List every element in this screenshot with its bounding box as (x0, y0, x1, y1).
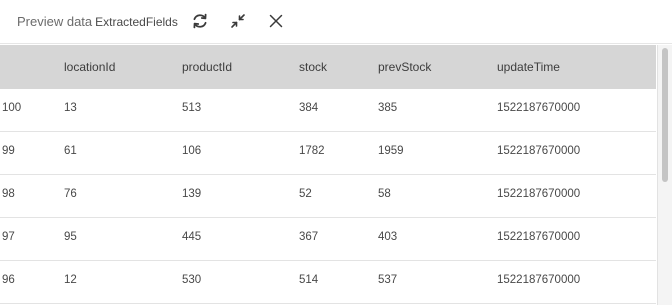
vertical-scrollbar[interactable] (657, 45, 672, 305)
table-row: 99 61 106 1782 1959 1522187670000 (0, 132, 656, 175)
table-cell: 1522187670000 (497, 145, 581, 157)
table-cell: 98 (2, 188, 15, 200)
table-cell: 1522187670000 (497, 231, 581, 243)
table-cell: 385 (378, 102, 398, 114)
table-cell: 403 (378, 231, 398, 243)
preview-data-panel: Preview data ExtractedFields locationId … (0, 0, 672, 305)
refresh-icon (190, 11, 210, 31)
table-cell: 139 (182, 188, 202, 200)
close-icon (268, 13, 284, 29)
table-cell: 95 (64, 231, 77, 243)
title-prefix: Preview data (17, 14, 93, 29)
table-row: 98 76 139 52 58 1522187670000 (0, 175, 656, 218)
table-cell: 367 (299, 231, 319, 243)
table-cell: 445 (182, 231, 202, 243)
table-row: 97 95 445 367 403 1522187670000 (0, 218, 656, 261)
table-cell: 99 (2, 145, 15, 157)
scrollbar-thumb[interactable] (662, 48, 668, 182)
panel-title: Preview data ExtractedFields (17, 14, 178, 29)
table-cell: 58 (378, 188, 391, 200)
table-row: 96 12 530 514 537 1522187670000 (0, 261, 656, 304)
table-cell: 52 (299, 188, 312, 200)
column-header-stock[interactable]: stock (299, 60, 327, 74)
column-header-prevstock[interactable]: prevStock (378, 60, 431, 74)
data-table: locationId productId stock prevStock upd… (0, 45, 656, 305)
collapse-icon (229, 12, 247, 30)
column-header-productid[interactable]: productId (182, 60, 232, 74)
close-button[interactable] (263, 8, 289, 34)
table-cell: 1522187670000 (497, 102, 581, 114)
column-header-locationid[interactable]: locationId (64, 60, 115, 74)
column-header-updatetime[interactable]: updateTime (497, 60, 560, 74)
collapse-button[interactable] (225, 8, 251, 34)
dataset-name: ExtractedFields (95, 15, 178, 29)
table-cell: 1522187670000 (497, 188, 581, 200)
refresh-button[interactable] (187, 8, 213, 34)
preview-header: Preview data ExtractedFields (0, 0, 672, 44)
table-cell: 537 (378, 274, 398, 286)
table-cell: 97 (2, 231, 15, 243)
table-cell: 106 (182, 145, 202, 157)
table-cell: 61 (64, 145, 77, 157)
table-cell: 1522187670000 (497, 274, 581, 286)
table-cell: 384 (299, 102, 319, 114)
table-cell: 530 (182, 274, 202, 286)
table-cell: 514 (299, 274, 319, 286)
table-row: 100 13 513 384 385 1522187670000 (0, 89, 656, 132)
table-cell: 76 (64, 188, 77, 200)
table-cell: 1782 (299, 145, 325, 157)
table-cell: 1959 (378, 145, 404, 157)
table-header-row: locationId productId stock prevStock upd… (0, 45, 656, 89)
table-cell: 100 (2, 102, 22, 114)
table-cell: 513 (182, 102, 202, 114)
table-cell: 13 (64, 102, 77, 114)
table-cell: 96 (2, 274, 15, 286)
table-cell: 12 (64, 274, 77, 286)
